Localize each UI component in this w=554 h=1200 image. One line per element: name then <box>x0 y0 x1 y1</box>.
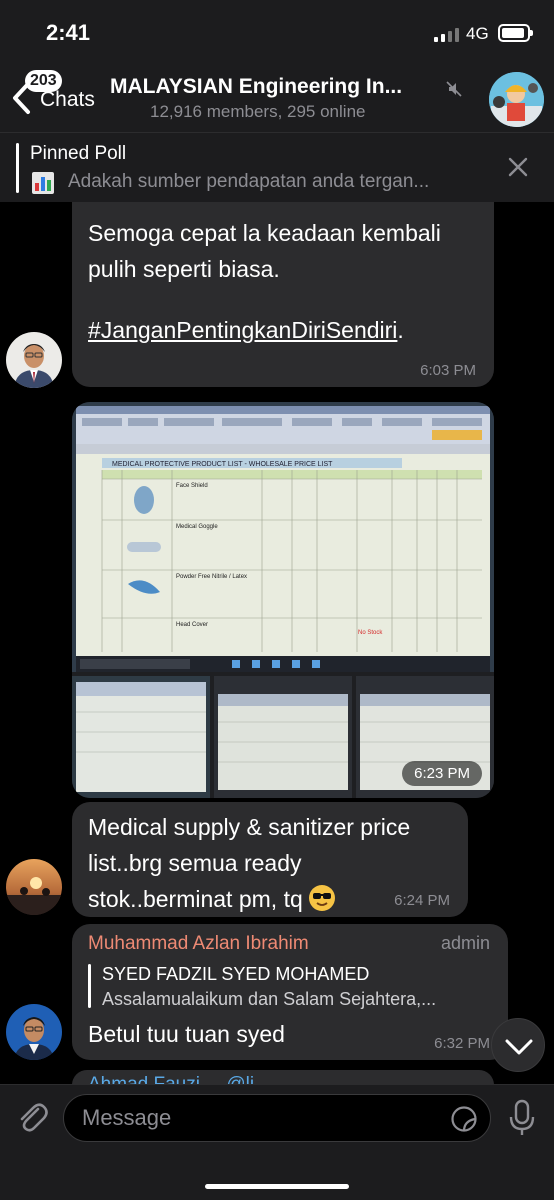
spreadsheet-photo[interactable]: MEDICAL PROTECTIVE PRODUCT LIST - WHOLES… <box>72 402 494 798</box>
sender-name: Ahmad Fauzi ... @li... <box>88 1074 270 1084</box>
message-text: Semoga cepat la keadaan kembali pulih se… <box>88 215 441 287</box>
message-line: pulih seperti biasa. <box>88 256 280 282</box>
sender-avatar[interactable] <box>6 1004 62 1060</box>
photo-album[interactable]: MEDICAL PROTECTIVE PRODUCT LIST - WHOLES… <box>72 402 494 798</box>
sunglasses-emoji-icon <box>309 885 336 911</box>
message-text: Betul tuu tuan syed <box>88 1021 285 1047</box>
home-indicator <box>205 1184 349 1189</box>
status-bar: 2:41 4G <box>0 0 554 66</box>
sender-name[interactable]: Muhammad Azlan Ibrahim <box>88 933 309 955</box>
message-bubble[interactable]: Semoga cepat la keadaan kembali pulih se… <box>72 202 494 387</box>
pinned-text: Adakah sumber pendapatan anda tergan... <box>68 171 430 192</box>
message-time: 6:32 PM <box>434 1035 490 1052</box>
chevron-down-icon <box>505 1039 533 1055</box>
poll-chart-icon <box>32 172 54 194</box>
message-input-bar <box>0 1084 554 1200</box>
svg-text:No Stock: No Stock <box>358 630 383 636</box>
attach-icon[interactable] <box>16 1099 48 1135</box>
message-line: stok..berminat pm, tq <box>88 886 303 912</box>
message-list[interactable]: Semoga cepat la keadaan kembali pulih se… <box>0 202 554 1084</box>
message-field[interactable] <box>63 1094 491 1142</box>
network-label: 4G <box>466 24 489 43</box>
sender-avatar[interactable] <box>6 859 62 915</box>
hashtag-line: #JanganPentingkanDiriSendiri. <box>88 312 404 348</box>
sender-avatar[interactable] <box>6 332 62 388</box>
unread-badge: 203 <box>25 70 62 92</box>
microphone-icon[interactable] <box>508 1099 536 1137</box>
pinned-title: Pinned Poll <box>30 143 127 164</box>
message-line: Semoga cepat la keadaan kembali <box>88 220 441 246</box>
admin-badge: admin <box>440 933 490 953</box>
hashtag-trailing: . <box>397 317 404 343</box>
message-time: 6:24 PM <box>394 892 450 909</box>
chat-header: Chats 203 MALAYSIAN Engineering In... 12… <box>0 66 554 132</box>
message-time: 6:03 PM <box>420 362 476 379</box>
quote-text[interactable]: Assalamualaikum dan Salam Sejahtera,... <box>102 989 502 1010</box>
quote-bar <box>88 964 91 1008</box>
message-bubble-partial[interactable]: Ahmad Fauzi ... @li... <box>72 1070 494 1084</box>
mute-icon <box>446 81 462 97</box>
signal-icon <box>434 26 460 42</box>
sheet-row: Head Cover <box>176 622 208 628</box>
chat-subtitle: 12,916 members, 295 online <box>150 102 366 121</box>
sheet-row: Medical Goggle <box>176 524 218 530</box>
battery-icon <box>498 24 533 42</box>
message-bubble[interactable]: Muhammad Azlan Ibrahim admin SYED FADZIL… <box>72 924 508 1060</box>
quote-author[interactable]: SYED FADZIL SYED MOHAMED <box>102 964 369 985</box>
close-icon[interactable] <box>507 156 529 178</box>
status-time: 2:41 <box>46 20 91 45</box>
hashtag-link[interactable]: #JanganPentingkanDiriSendiri <box>88 317 397 343</box>
message-bubble[interactable]: Medical supply & sanitizer price list..b… <box>72 802 468 917</box>
pinned-poll[interactable]: Pinned Poll Adakah sumber pendapatan and… <box>0 132 554 202</box>
sheet-row: Face Shield <box>176 483 208 489</box>
message-input[interactable] <box>82 1095 432 1141</box>
message-line: Medical supply & sanitizer price <box>88 814 411 840</box>
pinned-bar <box>16 143 19 193</box>
message-time: 6:23 PM <box>402 761 482 786</box>
scroll-down-button[interactable] <box>491 1018 545 1072</box>
sheet-title: MEDICAL PROTECTIVE PRODUCT LIST - WHOLES… <box>112 461 333 468</box>
sheet-row: Powder Free Nitrile / Latex <box>176 574 247 580</box>
message-line: list..brg semua ready <box>88 850 302 876</box>
sticker-icon[interactable] <box>450 1105 478 1133</box>
group-avatar[interactable] <box>489 72 544 127</box>
chat-title[interactable]: MALAYSIAN Engineering In... <box>110 75 445 99</box>
